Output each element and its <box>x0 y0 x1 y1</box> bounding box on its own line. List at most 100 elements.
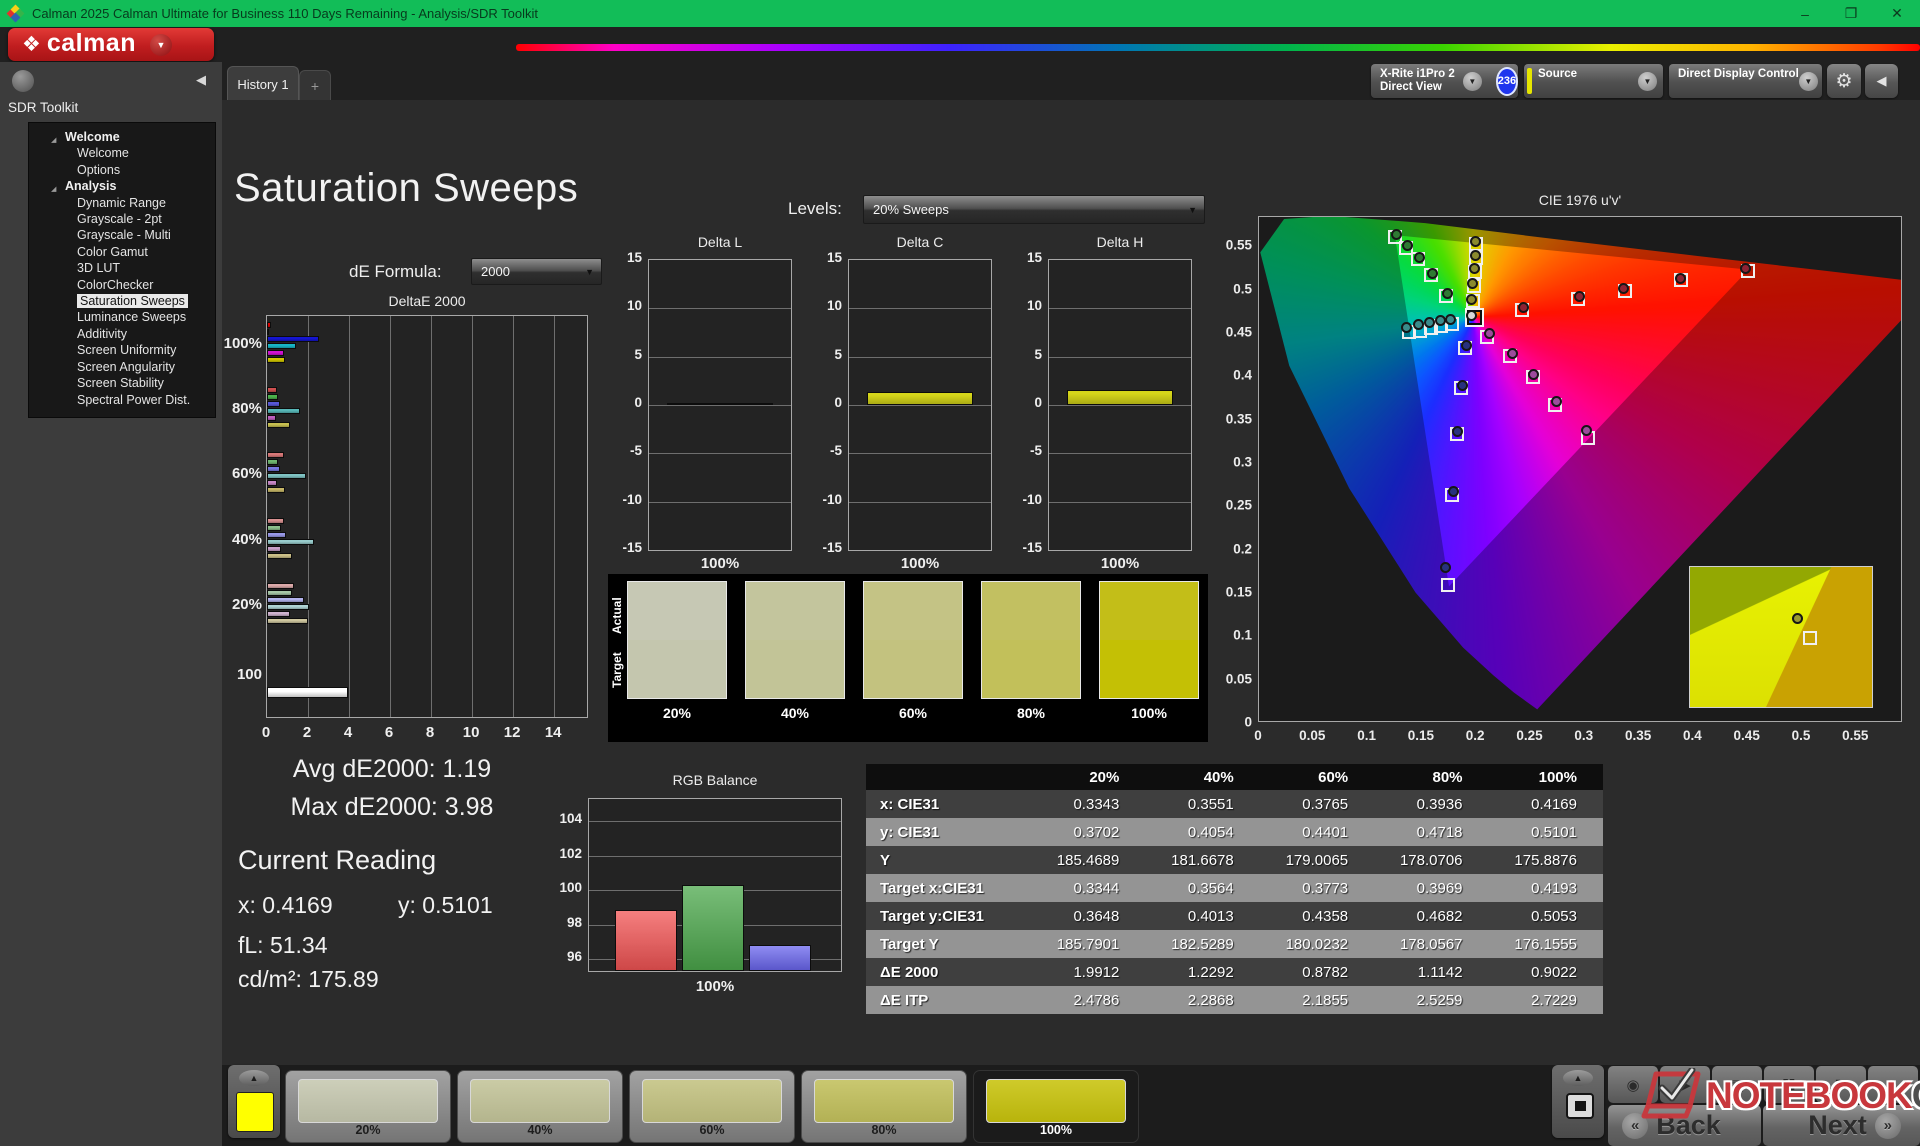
gridline <box>1049 501 1191 503</box>
bar-40%-2 <box>267 532 287 538</box>
sidebar-item-grayscale-2pt[interactable]: Grayscale - 2pt <box>29 211 215 227</box>
expander-icon[interactable]: ◢ <box>51 133 56 149</box>
cie-y-tick: 0.2 <box>1233 541 1252 557</box>
sidebar-item-screen-uniformity[interactable]: Screen Uniformity <box>29 342 215 358</box>
table-row: x: CIE31 0.3343 0.3551 0.3765 0.3936 0.4169 <box>866 790 1603 818</box>
pattern-card-label: 40% <box>527 1123 553 1137</box>
delta_h-title: Delta H <box>1096 234 1144 250</box>
calman-menu-chevron-icon[interactable]: ▼ <box>150 33 172 56</box>
sidebar-item-saturation-sweeps[interactable]: Saturation Sweeps <box>29 293 215 309</box>
actual-color <box>864 582 962 640</box>
sidebar-collapse-icon[interactable]: ◀ <box>196 72 206 88</box>
sidebar-item-welcome[interactable]: Welcome <box>29 145 215 161</box>
bar-40%-3 <box>267 539 315 545</box>
cie-x-tick: 0.5 <box>1791 728 1811 743</box>
gridline <box>472 316 474 717</box>
sidebar-item-luminance-sweeps[interactable]: Luminance Sweeps <box>29 309 215 325</box>
table-row: Target x:CIE31 0.3344 0.3564 0.3773 0.3969 0.… <box>866 874 1603 902</box>
compare-swatch-80% <box>981 581 1081 699</box>
display-control-selector[interactable]: Direct Display Control ▼ <box>1669 64 1822 98</box>
measured-cyan <box>1444 313 1456 325</box>
delta_h-y-tick: -5 <box>1029 443 1042 459</box>
sidebar-group-analysis[interactable]: ◢ Analysis <box>29 178 215 194</box>
pattern-card-100%[interactable]: 100% <box>973 1070 1139 1143</box>
compare-label: 80% <box>1016 705 1046 721</box>
target-color <box>628 640 726 698</box>
gridline <box>589 821 841 823</box>
rgb-y-tick: 100 <box>559 880 582 896</box>
pattern-card-80%[interactable]: 80% <box>801 1070 967 1143</box>
source-dropdown-icon[interactable]: ▼ <box>1638 71 1657 91</box>
avg-de2000: Avg dE2000: 1.19 <box>292 755 492 783</box>
sidebar-group-welcome[interactable]: ◢ Welcome <box>29 129 215 145</box>
gridline <box>649 356 791 358</box>
inset-measured-point <box>1791 613 1803 625</box>
meter-mode: Direct View <box>1380 81 1442 93</box>
delta_h-y-tick: 15 <box>1026 250 1042 265</box>
sidebar-item-dynamic-range[interactable]: Dynamic Range <box>29 195 215 211</box>
pattern-card-60%[interactable]: 60% <box>629 1070 795 1143</box>
pattern-card-20%[interactable]: 20% <box>285 1070 451 1143</box>
meter-dropdown-icon[interactable]: ▼ <box>1462 71 1482 91</box>
expander-icon[interactable]: ◢ <box>51 182 56 198</box>
bar-80%-4 <box>267 415 276 421</box>
minimize-button[interactable]: – <box>1782 6 1828 22</box>
compare-swatch-60% <box>863 581 963 699</box>
cie-x-tick: 0.2 <box>1465 728 1485 743</box>
deltae-x-tick: 12 <box>503 724 521 741</box>
cie-y-tick: 0.05 <box>1225 671 1252 687</box>
delta_c-y-tick: -10 <box>822 491 842 507</box>
active-pattern-swatch[interactable] <box>236 1092 274 1132</box>
sidebar-item-additivity[interactable]: Additivity <box>29 326 215 342</box>
sidebar-item-color-gamut[interactable]: Color Gamut <box>29 244 215 260</box>
settings-button[interactable]: ⚙ <box>1827 64 1861 98</box>
window-titlebar: Calman 2025 Calman Ultimate for Business… <box>0 0 1920 27</box>
de-formula-dropdown-arrow-icon: ▼ <box>585 266 594 277</box>
expand-up-icon[interactable]: ▲ <box>1563 1070 1593 1086</box>
sidebar-item-grayscale-multi[interactable]: Grayscale - Multi <box>29 227 215 243</box>
gridline <box>308 316 310 717</box>
sidebar-item-screen-angularity[interactable]: Screen Angularity <box>29 359 215 375</box>
gridline <box>431 316 433 717</box>
actual-color <box>628 582 726 640</box>
expand-up-icon[interactable]: ▲ <box>239 1070 269 1086</box>
bar-60%-0 <box>267 452 285 458</box>
meter-selector[interactable]: X-Rite i1Pro 2 Direct View ▼ 236 <box>1371 64 1518 98</box>
pattern-card-40%[interactable]: 40% <box>457 1070 623 1143</box>
compare-swatch-40% <box>745 581 845 699</box>
close-button[interactable]: ✕ <box>1874 5 1920 22</box>
compare-swatch-20% <box>627 581 727 699</box>
workflow-orb-button[interactable] <box>12 70 34 92</box>
actual-label: Actual <box>610 597 624 635</box>
stop-pattern-button[interactable] <box>1566 1093 1594 1119</box>
source-selector[interactable]: Source ▼ <box>1524 64 1663 98</box>
sidebar-item-screen-stability[interactable]: Screen Stability <box>29 375 215 391</box>
sidebar-item-3d-lut[interactable]: 3D LUT <box>29 260 215 276</box>
de-formula-dropdown[interactable]: 2000 ▼ <box>471 258 602 285</box>
notebookcheck-watermark: NOTEBOOKCHECK <box>1640 1068 1920 1124</box>
rgb-x-label: 100% <box>695 978 735 995</box>
tab-history-1[interactable]: History 1 <box>227 66 299 101</box>
gridline <box>1049 453 1191 455</box>
bar-40%-0 <box>267 518 285 524</box>
sidebar-item-spectral-power-dist-[interactable]: Spectral Power Dist. <box>29 392 215 408</box>
rgb-bar-green <box>682 885 744 971</box>
compare-label: 40% <box>780 705 810 721</box>
deltae-cat-label: 80% <box>231 400 262 417</box>
pattern-left-panel: ▲ <box>228 1065 280 1138</box>
bar-80%-5 <box>267 422 290 428</box>
sidebar-item-options[interactable]: Options <box>29 162 215 178</box>
calman-menu-button[interactable]: ❖ calman ▼ <box>8 28 214 61</box>
cie-y-tick: 0.55 <box>1225 237 1252 253</box>
sidebar-item-colorchecker[interactable]: ColorChecker <box>29 277 215 293</box>
target-color <box>1100 640 1198 698</box>
restore-button[interactable]: ❐ <box>1828 5 1874 22</box>
display-control-dropdown-icon[interactable]: ▼ <box>1798 71 1818 91</box>
meter-name: X-Rite i1Pro 2 <box>1380 68 1455 80</box>
levels-dropdown[interactable]: 20% Sweeps ▼ <box>863 195 1205 224</box>
delta_c-chart <box>848 259 992 551</box>
add-tab-button[interactable]: + <box>299 70 331 101</box>
collapse-toolbar-button[interactable]: ◀ <box>1865 64 1898 98</box>
bar-100%-1 <box>267 329 270 335</box>
delta_c-y-tick: 10 <box>826 298 842 314</box>
